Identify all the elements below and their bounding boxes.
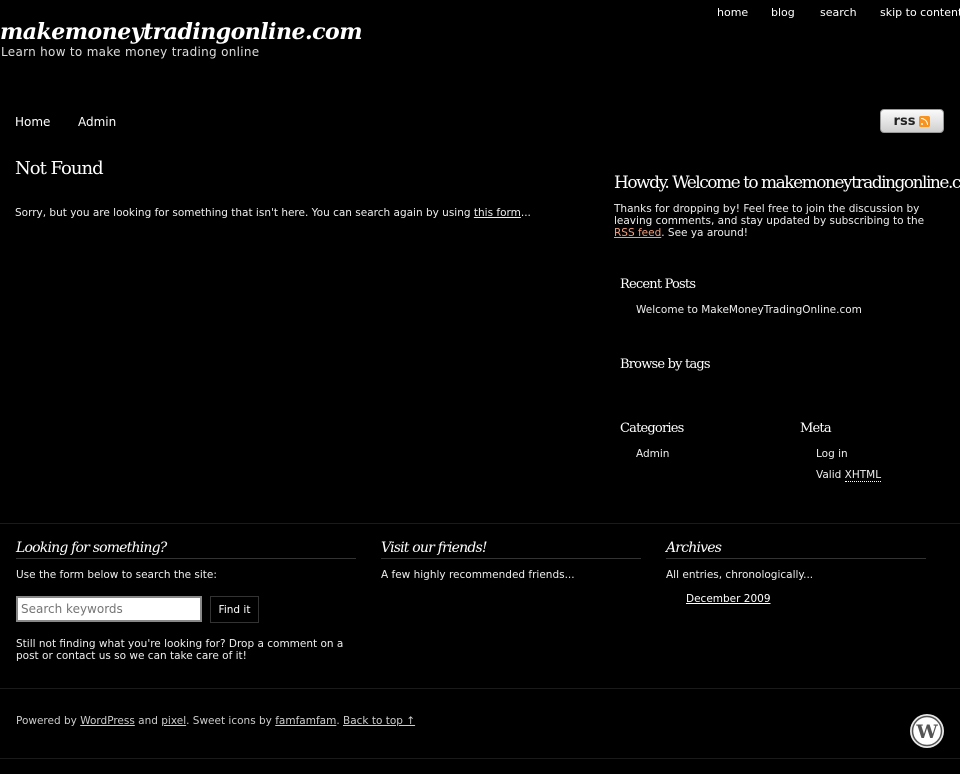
meta-valid-xhtml: Valid XHTML [816,469,882,482]
find-it-button[interactable]: Find it [210,596,259,623]
rss-feed-icon [919,115,931,127]
sidebar-intro: Thanks for dropping by! Feel free to joi… [614,203,944,239]
search-widget-intro: Use the form below to search the site: [16,569,217,581]
search-widget-title: Looking for something? [16,540,356,559]
site-description: Learn how to make money trading online [1,45,260,59]
not-found-message: Sorry, but you are looking for something… [15,207,531,219]
credits-sep: . [336,715,343,727]
rss-button-label: rss [893,113,916,129]
archive-link-december-2009[interactable]: December 2009 [686,593,771,605]
meta-login-link[interactable]: Log in [816,448,848,460]
recent-post-item[interactable]: Welcome to MakeMoneyTradingOnline.com [636,304,862,316]
pixel-theme-link[interactable]: pixel [161,715,186,727]
meta-heading: Meta [800,421,832,436]
archives-widget-text: All entries, chronologically... [666,569,814,581]
page-title: Not Found [15,158,104,179]
top-link-blog[interactable]: blog [771,6,795,19]
top-link-search[interactable]: search [820,6,857,19]
sidebar-intro-text: Thanks for dropping by! Feel free to joi… [614,203,925,227]
rss-button[interactable]: rss [880,109,944,133]
search-widget-help: Still not finding what you're looking fo… [16,638,344,662]
category-item-admin[interactable]: Admin [636,448,669,460]
nav-home[interactable]: Home [15,115,50,129]
credits-powered-by: Powered by [16,715,81,727]
famfamfam-link[interactable]: famfamfam [275,715,336,727]
site-title[interactable]: makemoneytradingonline.com [0,19,363,45]
wordpress-logo-icon[interactable]: W [909,713,945,749]
xhtml-validator-link[interactable]: XHTML [844,469,882,482]
not-found-ellipsis: ... [520,207,531,219]
top-link-home[interactable]: home [717,6,748,19]
svg-text:W: W [915,721,938,743]
rss-feed-link[interactable]: RSS feed [614,227,661,239]
sidebar-welcome-title: Howdy. Welcome to makemoneytradingonline… [614,173,960,193]
back-to-top-link[interactable]: Back to top ↑ [343,715,415,727]
nav-admin[interactable]: Admin [78,115,116,129]
credits-and: and [134,715,162,727]
recent-posts-heading: Recent Posts [620,277,696,292]
categories-heading: Categories [620,421,684,436]
top-link-skip-to-content[interactable]: skip to content ↓ [880,6,960,19]
not-found-text: Sorry, but you are looking for something… [15,207,474,219]
friends-widget-title: Visit our friends! [381,540,641,559]
search-input[interactable] [16,596,202,622]
sidebar-intro-end: . See ya around! [661,227,748,239]
archives-widget-title: Archives [666,540,926,559]
browse-tags-heading: Browse by tags [620,357,711,372]
meta-valid-text: Valid [816,469,845,481]
footer-credits: Powered by WordPress and pixel. Sweet ic… [16,715,415,727]
wordpress-link[interactable]: WordPress [80,715,135,727]
credits-icons: . Sweet icons by [186,715,276,727]
search-form-link[interactable]: this form [474,207,521,219]
friends-widget-text: A few highly recommended friends... [381,569,575,581]
